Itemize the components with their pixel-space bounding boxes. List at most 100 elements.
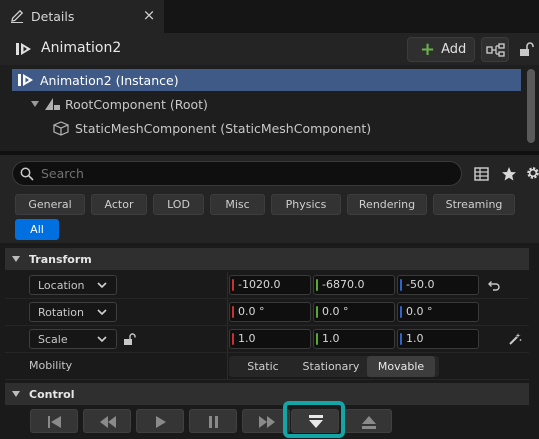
mobility-selector: Static Stationary Movable [229,356,439,377]
tree-item-label: Animation2 (Instance) [40,72,179,88]
fast-forward-icon [259,416,275,428]
filter-actor[interactable]: Actor [91,194,147,215]
tab-bar: Details × [0,0,539,33]
filter-rendering[interactable]: Rendering [347,194,427,215]
value-column: 0.0 ° 0.0 ° 0.0 ° [229,299,529,325]
collapse-icon[interactable] [30,99,40,109]
component-tree: Animation2 (Instance) RootComponent (Roo… [0,65,539,151]
go-to-start-button[interactable] [30,409,78,433]
tab-title: Details [31,9,75,24]
play-button[interactable] [136,409,184,433]
search-input[interactable]: Search [12,161,462,186]
chevron-down-icon [97,336,107,343]
actor-icon [18,74,33,86]
collapse-icon [12,256,20,262]
field-value: -50.0 [406,278,435,291]
section-title: Transform [29,252,92,266]
blueprint-button[interactable] [481,37,509,62]
go-to-start-icon [48,416,61,428]
actor-icon [16,43,31,55]
rotation-z-field[interactable]: 0.0 ° [397,302,479,322]
add-label: Add [441,42,467,57]
rotation-y-field[interactable]: 0.0 ° [313,302,395,322]
location-row: Location -1020.0 -6870.0 -50.0 [5,272,529,299]
eject-up-icon [362,416,376,429]
scale-row: Scale 1.0 1.0 1.0 [5,326,529,353]
section-title: Control [29,387,75,401]
field-value: 1.0 [238,332,256,345]
search-bar: Search [0,155,539,191]
scale-y-field[interactable]: 1.0 [313,329,395,349]
magic-icon[interactable] [508,332,522,346]
pencil-icon [11,9,24,23]
scale-mode-dropdown[interactable]: Scale [29,329,117,349]
filter-streaming[interactable]: Streaming [433,194,515,215]
pause-icon [209,416,218,428]
reset-arrow-icon[interactable] [487,280,501,292]
rewind-button[interactable] [83,409,131,433]
filter-all[interactable]: All [15,219,59,240]
chevron-down-icon [97,282,107,289]
chevron-down-icon [97,309,107,316]
value-column: 1.0 1.0 1.0 [229,326,529,352]
mobility-movable[interactable]: Movable [367,356,435,377]
rotation-mode-dropdown[interactable]: Rotation [29,302,117,322]
field-value: 0.0 ° [406,305,433,318]
details-header: Animation2 + Add [0,33,539,65]
filter-general[interactable]: General [15,194,85,215]
field-value: 0.0 ° [322,305,349,318]
play-icon [156,416,166,428]
table-icon[interactable] [474,167,489,181]
mobility-label: Mobility [29,359,73,372]
tree-item-root[interactable]: RootComponent (Root) [30,93,208,115]
star-icon[interactable] [501,166,517,182]
control-toolbar [5,406,529,439]
location-mode-dropdown[interactable]: Location [29,275,117,295]
root-component-icon [45,98,60,110]
pause-button[interactable] [189,409,237,433]
filter-physics[interactable]: Physics [271,194,341,215]
plus-icon: + [420,38,436,60]
control-section-header[interactable]: Control [5,383,529,405]
dropdown-label: Scale [38,332,68,346]
mobility-row: Mobility Static Stationary Movable [5,353,529,380]
field-value: 0.0 ° [238,305,265,318]
location-z-field[interactable]: -50.0 [397,275,479,295]
field-value: -1020.0 [238,278,281,291]
transform-section-header[interactable]: Transform [5,248,529,270]
unlock-icon[interactable] [123,332,137,346]
eject-up-button[interactable] [344,409,392,433]
category-filters: General Actor LOD Misc Physics Rendering… [0,191,539,243]
filter-misc[interactable]: Misc [210,194,265,215]
lock-icon[interactable] [518,41,534,57]
mobility-static[interactable]: Static [229,356,297,377]
value-column: -1020.0 -6870.0 -50.0 [229,272,529,298]
add-component-button[interactable]: + Add [407,37,475,62]
scale-z-field[interactable]: 1.0 [397,329,479,349]
location-x-field[interactable]: -1020.0 [229,275,311,295]
mobility-stationary[interactable]: Stationary [297,356,365,377]
tree-item-static-mesh[interactable]: StaticMeshComponent (StaticMeshComponent… [52,117,371,139]
collapse-icon [12,391,20,397]
tree-item-label: StaticMeshComponent (StaticMeshComponent… [75,120,372,136]
rotation-row: Rotation 0.0 ° 0.0 ° 0.0 ° [5,299,529,326]
tab-details[interactable]: Details × [0,0,164,33]
static-mesh-icon [53,121,69,136]
blueprint-icon [486,43,505,57]
gear-icon[interactable] [525,165,539,181]
field-value: 1.0 [322,332,340,345]
filter-lod[interactable]: LOD [153,194,204,215]
scale-x-field[interactable]: 1.0 [229,329,311,349]
tree-item-label: RootComponent (Root) [65,96,208,112]
tree-item-instance[interactable]: Animation2 (Instance) [12,69,521,91]
location-y-field[interactable]: -6870.0 [313,275,395,295]
actor-name: Animation2 [41,40,122,56]
dropdown-label: Location [38,278,85,292]
name-column: Location [5,272,228,298]
close-icon[interactable]: × [142,7,156,23]
field-value: 1.0 [406,332,424,345]
rewind-icon [100,416,116,428]
tree-scrollbar[interactable] [527,69,535,143]
dropdown-label: Rotation [38,305,85,319]
rotation-x-field[interactable]: 0.0 ° [229,302,311,322]
